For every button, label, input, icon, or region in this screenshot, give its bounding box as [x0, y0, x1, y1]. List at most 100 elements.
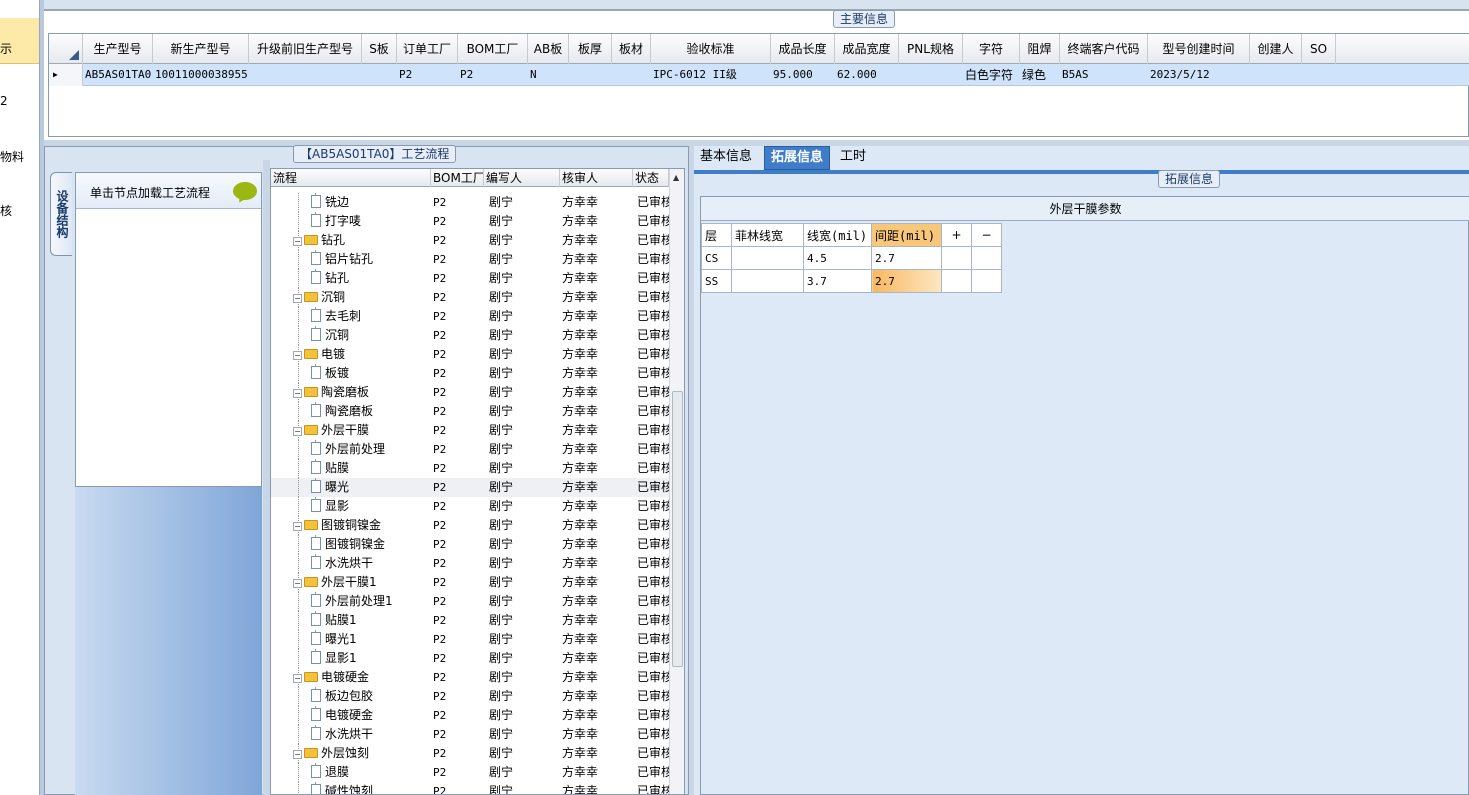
tree-cell-status[interactable]: 已审核 — [637, 763, 669, 782]
tree-cell-bom[interactable]: P2 — [433, 402, 483, 421]
cell-created[interactable]: 2023/5/12 — [1148, 64, 1250, 86]
cell-length[interactable]: 95.000 — [771, 64, 835, 86]
tree-row[interactable]: 图镀铜镍金 P2 剧宁方幸幸已审核 — [271, 535, 669, 554]
tree-cell-bom[interactable]: P2 — [433, 307, 483, 326]
tree-row[interactable]: − 电镀 P2 剧宁方幸幸已审核 — [271, 345, 669, 364]
tree-node[interactable]: 打字唛 — [311, 212, 431, 231]
column-header[interactable]: 升级前旧生产型号 — [249, 34, 362, 64]
tree-row[interactable]: − 陶瓷磨板 P2 剧宁方幸幸已审核 — [271, 383, 669, 402]
tree-cell-status[interactable]: 已审核 — [637, 440, 669, 459]
cell-bom-factory[interactable]: P2 — [458, 64, 528, 86]
tree-cell-bom[interactable]: P2 — [433, 687, 483, 706]
tree-cell-writer[interactable]: 剧宁 — [489, 307, 559, 326]
tree-cell-status[interactable]: 已审核 — [637, 421, 669, 440]
tree-cell-reviewer[interactable]: 方幸幸 — [562, 459, 632, 478]
tree-cell-bom[interactable]: P2 — [433, 478, 483, 497]
tree-cell-writer[interactable]: 剧宁 — [489, 554, 559, 573]
tree-node[interactable]: 铝片钻孔 — [311, 250, 431, 269]
tree-cell-bom[interactable]: P2 — [433, 345, 483, 364]
tree-row[interactable]: 显影1 P2 剧宁方幸幸已审核 — [271, 649, 669, 668]
column-header[interactable]: 创建人 — [1250, 34, 1302, 64]
tree-row[interactable]: 曝光1 P2 剧宁方幸幸已审核 — [271, 630, 669, 649]
col-line-width[interactable]: 线宽(mil) — [803, 223, 872, 247]
cell-spacing[interactable]: 2.7 — [871, 246, 942, 270]
tree-cell-reviewer[interactable]: 方幸幸 — [562, 269, 632, 288]
tree-cell-reviewer[interactable]: 方幸幸 — [562, 383, 632, 402]
header-corner[interactable] — [49, 34, 83, 64]
tree-cell-status[interactable]: 已审核 — [637, 212, 669, 231]
cell-standard[interactable]: IPC-6012 II级 — [651, 64, 771, 86]
tree-cell-bom[interactable]: P2 — [433, 535, 483, 554]
tree-cell-bom[interactable]: P2 — [433, 497, 483, 516]
tree-node[interactable]: − 外层蚀刻 — [293, 744, 431, 763]
tree-cell-bom[interactable]: P2 — [433, 440, 483, 459]
tree-row[interactable]: 曝光 P2 剧宁方幸幸已审核 — [271, 478, 669, 497]
tree-row[interactable]: 贴膜1 P2 剧宁方幸幸已审核 — [271, 611, 669, 630]
tree-row[interactable]: − 外层干膜 P2 剧宁方幸幸已审核 — [271, 421, 669, 440]
tree-cell-status[interactable]: 已审核 — [637, 744, 669, 763]
tree-cell-reviewer[interactable]: 方幸幸 — [562, 535, 632, 554]
tree-cell-bom[interactable]: P2 — [433, 193, 483, 212]
tree-node[interactable]: − 钻孔 — [293, 231, 431, 250]
tree-row[interactable]: − 图镀铜镍金 P2 剧宁方幸幸已审核 — [271, 516, 669, 535]
tree-cell-status[interactable]: 已审核 — [637, 630, 669, 649]
tree-cell-writer[interactable]: 剧宁 — [489, 706, 559, 725]
cell-film-width[interactable] — [731, 269, 804, 293]
tree-cell-status[interactable]: 已审核 — [637, 782, 669, 794]
tree-cell-writer[interactable]: 剧宁 — [489, 364, 559, 383]
tree-cell-status[interactable]: 已审核 — [637, 402, 669, 421]
tree-cell-reviewer[interactable]: 方幸幸 — [562, 307, 632, 326]
tree-cell-writer[interactable]: 剧宁 — [489, 497, 559, 516]
param-row[interactable]: CS 4.5 2.7 — [701, 246, 1002, 270]
tree-node[interactable]: 板镀 — [311, 364, 431, 383]
column-header[interactable]: PNL规格 — [899, 34, 963, 64]
tree-cell-writer[interactable]: 剧宁 — [489, 231, 559, 250]
tree-cell-status[interactable]: 已审核 — [637, 459, 669, 478]
collapse-icon[interactable]: − — [293, 579, 302, 588]
tree-cell-reviewer[interactable]: 方幸幸 — [562, 421, 632, 440]
tree-cell-status[interactable]: 已审核 — [637, 687, 669, 706]
tree-scroll-thumb[interactable] — [672, 391, 683, 667]
tree-node[interactable]: 水洗烘干 — [311, 554, 431, 573]
tree-cell-status[interactable]: 已审核 — [637, 592, 669, 611]
tree-cell-reviewer[interactable]: 方幸幸 — [562, 763, 632, 782]
tree-cell-bom[interactable]: P2 — [433, 212, 483, 231]
tree-node[interactable]: 钻孔 — [311, 269, 431, 288]
tree-cell-bom[interactable]: P2 — [433, 630, 483, 649]
tree-row[interactable]: 外层前处理1 P2 剧宁方幸幸已审核 — [271, 592, 669, 611]
tree-cell-reviewer[interactable]: 方幸幸 — [562, 250, 632, 269]
tree-cell-writer[interactable]: 剧宁 — [489, 250, 559, 269]
tree-row[interactable]: 碱性蚀刻 P2 剧宁方幸幸已审核 — [271, 782, 669, 794]
tree-cell-writer[interactable]: 剧宁 — [489, 592, 559, 611]
tree-cell-reviewer[interactable]: 方幸幸 — [562, 592, 632, 611]
tree-cell-writer[interactable]: 剧宁 — [489, 440, 559, 459]
tree-cell-writer[interactable]: 剧宁 — [489, 782, 559, 794]
collapse-icon[interactable]: − — [293, 427, 302, 436]
tree-row[interactable]: 板边包胶 P2 剧宁方幸幸已审核 — [271, 687, 669, 706]
tree-cell-reviewer[interactable]: 方幸幸 — [562, 725, 632, 744]
main-info-row[interactable]: ▶ AB5AS01TA0 10011000038955 P2 P2 N IPC-… — [49, 64, 1469, 86]
tree-cell-status[interactable]: 已审核 — [637, 326, 669, 345]
tree-cell-reviewer[interactable]: 方幸幸 — [562, 402, 632, 421]
tree-cell-status[interactable]: 已审核 — [637, 706, 669, 725]
column-header[interactable]: 板材 — [612, 34, 651, 64]
tree-cell-bom[interactable]: P2 — [433, 763, 483, 782]
tree-cell-status[interactable]: 已审核 — [637, 573, 669, 592]
tree-cell-reviewer[interactable]: 方幸幸 — [562, 231, 632, 250]
tree-cell-writer[interactable]: 剧宁 — [489, 516, 559, 535]
tree-cell-status[interactable]: 已审核 — [637, 288, 669, 307]
cell-width[interactable]: 62.000 — [835, 64, 899, 86]
tree-cell-writer[interactable]: 剧宁 — [489, 326, 559, 345]
tree-cell-status[interactable]: 已审核 — [637, 193, 669, 212]
nav-item-1[interactable]: 示 — [0, 40, 12, 57]
column-header[interactable]: 成品长度 — [771, 34, 835, 64]
tab-extended-info[interactable]: 拓展信息 — [764, 146, 831, 170]
tree-node[interactable]: − 电镀 — [293, 345, 431, 364]
tree-cell-status[interactable]: 已审核 — [637, 554, 669, 573]
tree-cell-bom[interactable]: P2 — [433, 383, 483, 402]
tree-cell-bom[interactable]: P2 — [433, 725, 483, 744]
tree-row[interactable]: − 钻孔 P2 剧宁方幸幸已审核 — [271, 231, 669, 250]
tree-cell-writer[interactable]: 剧宁 — [489, 725, 559, 744]
tree-row[interactable]: 陶瓷磨板 P2 剧宁方幸幸已审核 — [271, 402, 669, 421]
tree-cell-writer[interactable]: 剧宁 — [489, 535, 559, 554]
